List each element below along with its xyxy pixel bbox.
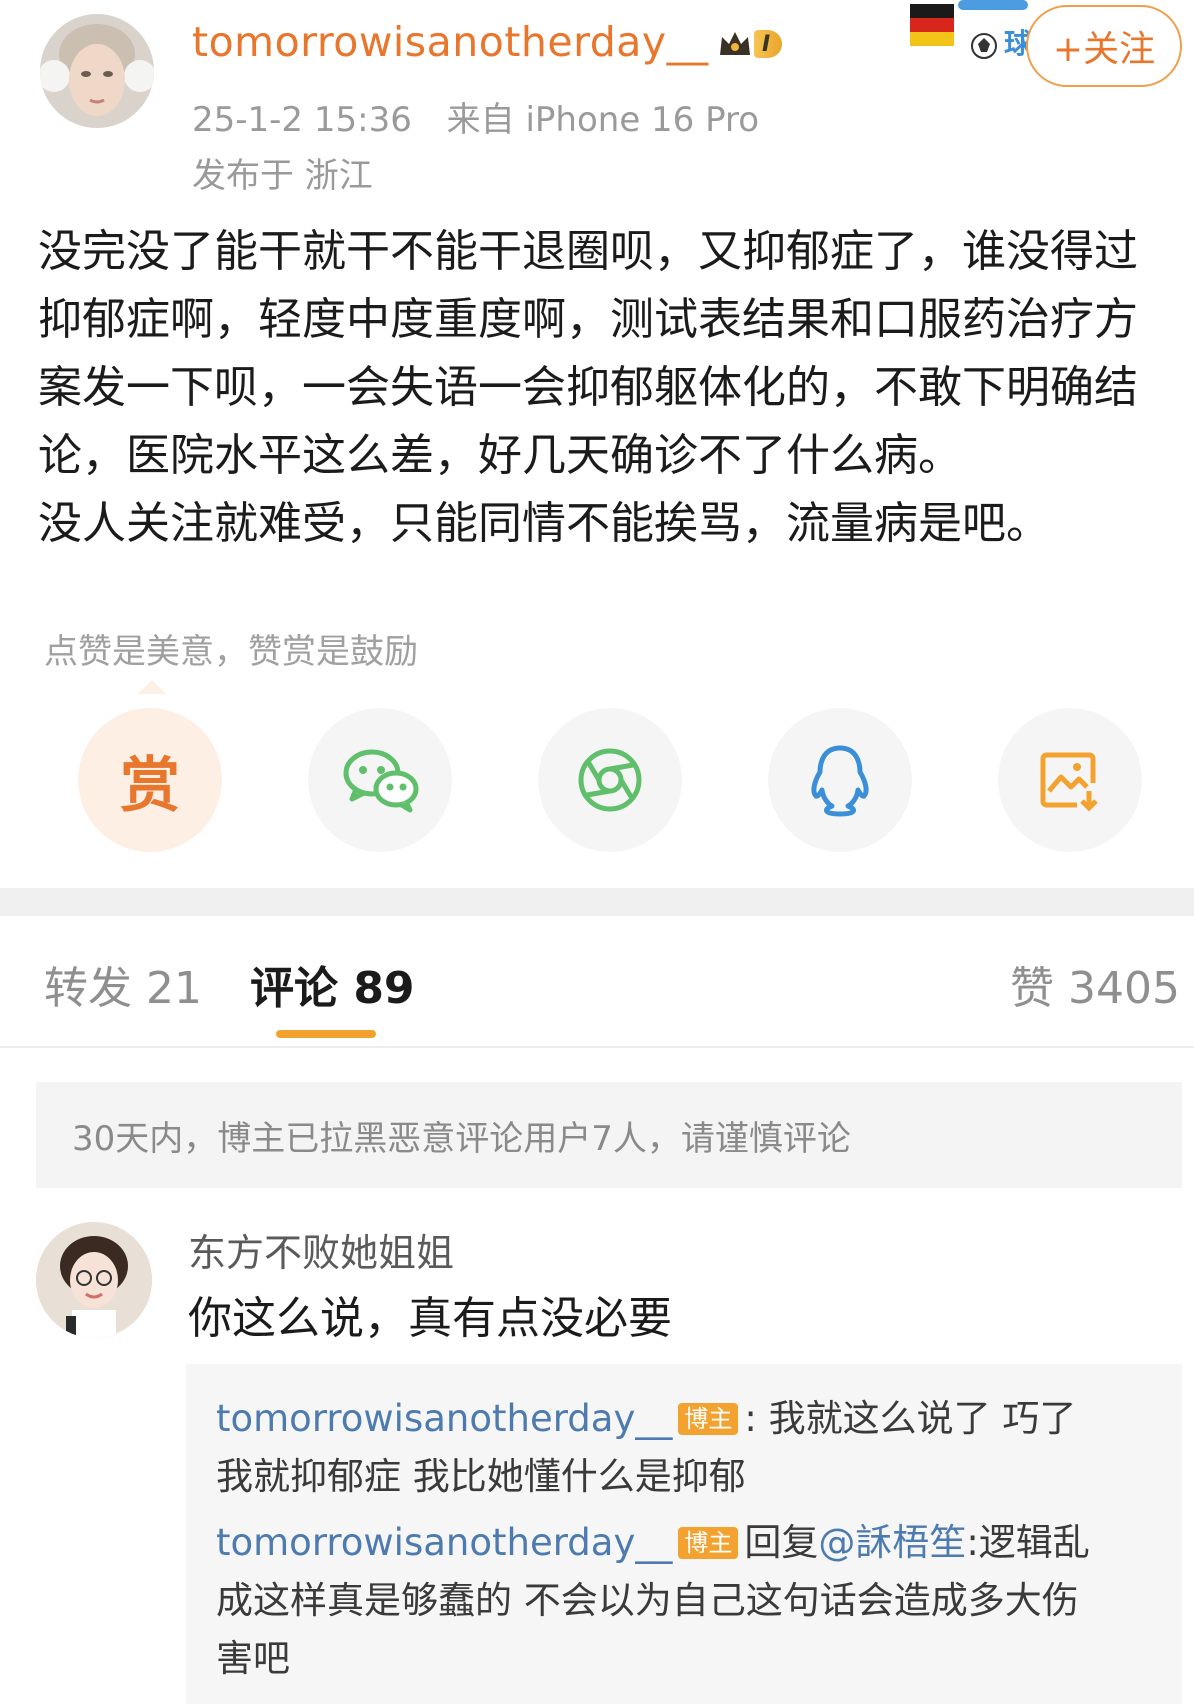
- wechat-icon: [343, 749, 419, 813]
- comment-notice: 30天内，博主已拉黑恶意评论用户7人，请谨慎评论: [36, 1082, 1182, 1188]
- share-moments-button[interactable]: [538, 708, 682, 852]
- reply-user[interactable]: tomorrowisanotherday__: [216, 1397, 672, 1440]
- reply-user[interactable]: tomorrowisanotherday__: [216, 1521, 672, 1564]
- post-line: 论，医院水平这么差，好几天确诊不了什么病。: [38, 430, 962, 481]
- post-line: 抑郁症啊，轻度中度重度啊，测试表结果和口服药治疗方: [38, 294, 1138, 345]
- reply-mention[interactable]: @訸梧笙: [818, 1521, 966, 1564]
- post-line: 没完没了能干就干不能干退圈呗，又抑郁症了，谁没得过: [38, 226, 1138, 277]
- post-source: 来自 iPhone 16 Pro: [446, 100, 760, 140]
- vip-badge: I: [718, 26, 783, 62]
- post-line: 案发一下呗，一会失语一会抑郁躯体化的，不敢下明确结: [38, 362, 1138, 413]
- reply-prefix: 回复: [744, 1521, 819, 1564]
- share-wechat-button[interactable]: [308, 708, 452, 852]
- crown-icon: [720, 32, 750, 55]
- post-meta: 25-1-2 15:36 来自 iPhone 16 Pro: [192, 92, 759, 141]
- reward-icon: 赏: [120, 750, 180, 821]
- tab-likes[interactable]: 赞 3405: [1010, 952, 1180, 1016]
- commenter-name[interactable]: 东方不败她姐姐: [188, 1222, 454, 1277]
- badge-decoration: 球: [908, 0, 1032, 66]
- share-qq-button[interactable]: [768, 708, 912, 852]
- author-avatar[interactable]: [40, 14, 154, 128]
- follow-button[interactable]: +关注: [1026, 5, 1182, 87]
- active-tab-indicator: [276, 1030, 376, 1038]
- author-username[interactable]: tomorrowisanotherday__: [192, 18, 709, 66]
- reply-item[interactable]: tomorrowisanotherday__ 博主: 我就这么说了 巧了我就抑郁症…: [216, 1390, 1106, 1506]
- commenter-avatar[interactable]: [36, 1222, 152, 1338]
- blogger-tag: 博主: [678, 1527, 739, 1559]
- reply-item[interactable]: tomorrowisanotherday__ 博主 回复@訸梧笙:逻辑乱成这样真是够…: [216, 1514, 1106, 1688]
- post-line: 没人关注就难受，只能同情不能挨骂，流量病是吧。: [38, 498, 1050, 549]
- tab-repost[interactable]: 转发 21: [44, 952, 202, 1016]
- post-datetime: 25-1-2 15:36: [192, 100, 412, 140]
- reply-separator: :: [744, 1397, 757, 1440]
- save-image-icon: [1040, 752, 1098, 812]
- post-content: 没完没了能干就干不能干退圈呗，又抑郁症了，谁没得过 抑郁症啊，轻度中度重度啊，测…: [38, 218, 1168, 558]
- section-divider: [0, 888, 1194, 916]
- reward-tip: 点赞是美意，赞赏是鼓励: [44, 632, 418, 672]
- tab-comments[interactable]: 评论 89: [250, 952, 415, 1016]
- qq-icon: [811, 745, 869, 817]
- moments-icon: [578, 748, 642, 812]
- post-location: 发布于 浙江: [192, 156, 373, 196]
- blogger-tag: 博主: [678, 1403, 739, 1435]
- tab-divider: [0, 1046, 1194, 1048]
- tip-arrow: [138, 680, 166, 694]
- save-image-button[interactable]: [998, 708, 1142, 852]
- reward-button[interactable]: 赏: [78, 708, 222, 852]
- comment-text: 你这么说，真有点没必要: [188, 1293, 672, 1344]
